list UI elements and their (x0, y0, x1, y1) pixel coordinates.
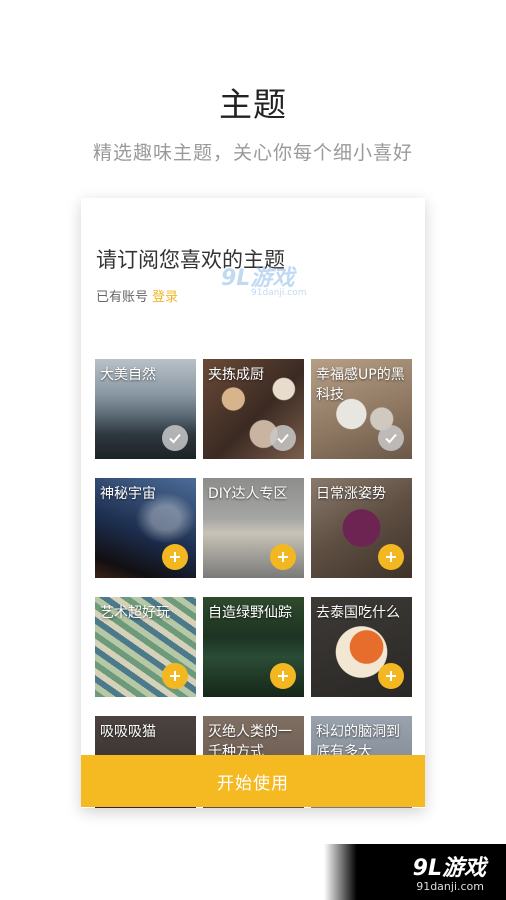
topic-label: 夹拣成厨 (208, 367, 264, 383)
topic-tile[interactable]: 艺术超好玩 (95, 597, 196, 697)
topic-label: 去泰国吃什么 (316, 605, 400, 621)
topic-tile[interactable]: 自造绿野仙踪 (203, 597, 304, 697)
topic-label: 幸福感UP的黑科技 (316, 367, 405, 403)
topic-tile[interactable]: 大美自然 (95, 359, 196, 459)
topic-label: 自造绿野仙踪 (208, 605, 292, 621)
plus-icon[interactable] (378, 544, 404, 570)
topic-tile[interactable]: 幸福感UP的黑科技 (311, 359, 412, 459)
plus-icon[interactable] (162, 663, 188, 689)
plus-icon[interactable] (162, 544, 188, 570)
topic-label: DIY达人专区 (208, 486, 288, 502)
topic-tile[interactable]: DIY达人专区 (203, 478, 304, 578)
topic-tile[interactable]: 去泰国吃什么 (311, 597, 412, 697)
check-icon[interactable] (378, 425, 404, 451)
watermark-url: 91danji.com (416, 880, 484, 893)
page-title: 主题 (219, 85, 287, 124)
corner-watermark: 9L游戏 91danji.com (324, 844, 506, 900)
topic-label: 艺术超好玩 (100, 605, 170, 621)
account-line: 已有账号 登录 (96, 286, 178, 305)
check-icon[interactable] (270, 425, 296, 451)
topic-label: 大美自然 (100, 367, 156, 383)
watermark-logo-text: 9L游戏 (412, 856, 486, 881)
topic-label: 吸吸吸猫 (100, 724, 156, 740)
watermark-url: 91danji.com (251, 288, 307, 298)
login-link[interactable]: 登录 (152, 290, 178, 305)
topic-label: 日常涨姿势 (316, 486, 386, 502)
start-button[interactable]: 开始使用 (81, 755, 425, 807)
topic-label: 神秘宇宙 (100, 486, 156, 502)
plus-icon[interactable] (270, 544, 296, 570)
topic-tile[interactable]: 日常涨姿势 (311, 478, 412, 578)
watermark-logo: 9L游戏 91danji.com (221, 260, 306, 298)
plus-icon[interactable] (378, 663, 404, 689)
topic-tile[interactable]: 夹拣成厨 (203, 359, 304, 459)
topic-tile[interactable]: 神秘宇宙 (95, 478, 196, 578)
account-text: 已有账号 (96, 290, 149, 305)
subscribe-card: 请订阅您喜欢的主题 已有账号 登录 9L游戏 91danji.com 大美自然 夹… (81, 198, 425, 808)
plus-icon[interactable] (270, 663, 296, 689)
check-icon[interactable] (162, 425, 188, 451)
page-subtitle: 精选趣味主题，关心你每个细小喜好 (92, 142, 413, 164)
